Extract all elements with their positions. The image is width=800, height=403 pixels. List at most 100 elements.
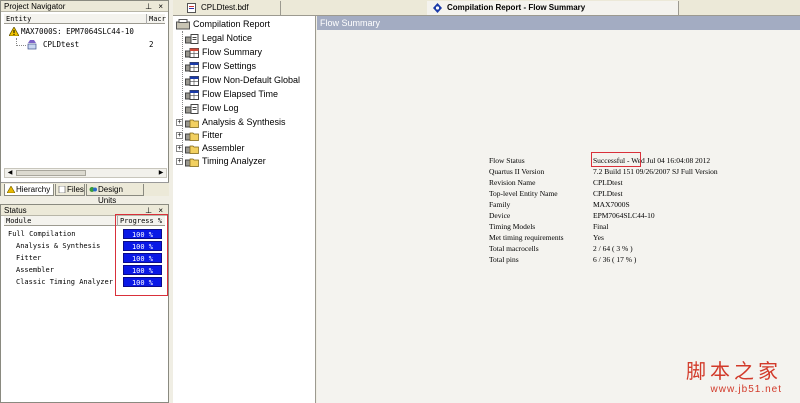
entity-label: CPLDtest [43,40,80,49]
tab-report-label: Compilation Report - Flow Summary [447,3,586,12]
summary-value: EPM7064SLC44-10 [593,211,655,220]
tree-item-flow-settings[interactable]: Flow Settings [173,60,313,73]
tree-root-label: Compilation Report [193,19,271,29]
status-module-label: Classic Timing Analyzer [16,278,113,286]
project-navigator-title: Project Navigator ⊥ × [1,1,168,12]
folder-icon [185,145,199,154]
summary-key: Total pins [489,255,519,264]
tree-row-device[interactable]: MAX7000S: EPM7064SLC44-10 [7,26,167,38]
summary-value: Final [593,222,609,231]
summary-key: Met timing requirements [489,233,564,242]
tab-files-label: Files [67,185,84,194]
horizontal-scrollbar[interactable]: ◀ ▶ [4,168,167,178]
tree-item-label: Flow Elapsed Time [202,89,279,99]
tree-item-label: Flow Summary [202,47,263,57]
tree-item-label: Flow Non-Default Global [202,75,301,85]
tab-hierarchy[interactable]: Hierarchy [4,184,54,196]
status-title-text: Status [4,206,27,215]
tree-folder-label: Timing Analyzer [202,156,266,166]
summary-key: Quartus II Version [489,167,545,176]
tree-folder-timing-analyzer[interactable]: + Timing Analyzer [173,155,313,168]
summary-row: Total macrocells 2 / 64 ( 3 % ) [489,244,789,254]
summary-key: Revision Name [489,178,536,187]
summary-value: 2 / 64 ( 3 % ) [593,244,633,253]
quartus-window: Project Navigator ⊥ × Entity Macr MAX700… [0,0,800,403]
flow-summary-panel: Flow Summary Flow Status Successful - We… [317,16,800,403]
summary-row: Revision Name CPLDtest [489,178,789,188]
project-navigator-title-text: Project Navigator [4,2,66,11]
summary-key: Timing Models [489,222,536,231]
pane-controls[interactable]: ⊥ × [145,1,165,12]
report-tree: Compilation Report Legal Notice Flow Sum… [173,16,316,403]
entity-icon [27,40,37,50]
tab-bdf-label: CPLDtest.bdf [201,3,249,12]
device-label: MAX7000S: EPM7064SLC44-10 [21,27,134,36]
success-highlight-box [591,152,641,167]
tab-design-units[interactable]: Design Units [86,184,144,205]
scroll-left-arrow[interactable]: ◀ [5,169,15,177]
summary-row: Met timing requirements Yes [489,233,789,243]
tree-root-compilation-report[interactable]: Compilation Report [173,18,313,31]
folder-icon [185,119,199,128]
col-macrocells[interactable]: Macr [147,14,166,24]
summary-value: Yes [593,233,604,242]
watermark-url: www.jb51.net [710,384,782,395]
expand-icon[interactable]: + [176,119,183,126]
table-icon [185,62,199,72]
tree-item-flow-non-default-global[interactable]: Flow Non-Default Global [173,74,316,87]
expand-icon[interactable]: + [176,145,183,152]
tree-row-entity[interactable]: CPLDtest 2 [25,39,167,51]
col-entity[interactable]: Entity [4,14,147,24]
tree-item-flow-elapsed-time[interactable]: Flow Elapsed Time [173,88,313,101]
tree-item-label: Flow Log [202,103,239,113]
report-book-icon [176,19,190,30]
expand-icon[interactable]: + [176,158,183,165]
summary-value: CPLDtest [593,178,623,187]
tab-hierarchy-label: Hierarchy [16,185,51,194]
status-pane: Status ⊥ × Module Progress % Full Compil… [0,204,169,403]
progress-highlight-box [115,214,168,296]
summary-value: 7.2 Build 151 09/26/2007 SJ Full Version [593,167,718,176]
tree-folder-label: Fitter [202,130,223,140]
tree-item-flow-summary[interactable]: Flow Summary [173,46,313,59]
summary-value: CPLDtest [593,189,623,198]
tree-folder-fitter[interactable]: + Fitter [173,129,313,142]
status-module-label: Full Compilation [8,230,76,238]
status-module-label: Assembler [16,266,54,274]
summary-row: Timing Models Final [489,222,789,232]
design-units-icon [89,187,97,192]
warning-icon [9,27,19,36]
summary-key: Top-level Entity Name [489,189,558,198]
table-icon [185,90,199,100]
col-module[interactable]: Module [4,216,118,226]
expand-icon[interactable]: + [176,132,183,139]
navigator-header: Entity Macr [4,14,166,24]
table-icon [185,76,199,86]
tab-files[interactable]: Files [55,184,85,196]
table-icon [185,48,199,58]
hierarchy-icon [7,186,15,193]
document-tab-strip: CPLDtest.bdf Compilation Report - Flow S… [173,0,800,16]
tree-folder-assembler[interactable]: + Assembler [173,142,313,155]
summary-value: MAX7000S [593,200,630,209]
tab-compilation-report[interactable]: Compilation Report - Flow Summary [427,1,679,15]
tree-folder-analysis-synthesis[interactable]: + Analysis & Synthesis [173,116,313,129]
summary-key: Flow Status [489,156,525,165]
bdf-file-icon [187,3,196,13]
doc-icon [185,34,199,44]
tree-item-label: Legal Notice [202,33,253,43]
summary-value: 6 / 36 ( 17 % ) [593,255,637,264]
summary-row: Device EPM7064SLC44-10 [489,211,789,221]
tab-bdf-file[interactable]: CPLDtest.bdf [181,1,281,15]
scroll-right-arrow[interactable]: ▶ [156,169,166,177]
tree-item-flow-log[interactable]: Flow Log [173,102,313,115]
project-navigator-pane: Project Navigator ⊥ × Entity Macr MAX700… [0,0,169,205]
summary-row: Quartus II Version 7.2 Build 151 09/26/2… [489,167,789,177]
entity-macrocells: 2 [149,40,154,49]
summary-row: Family MAX7000S [489,200,789,210]
status-module-label: Fitter [16,254,42,262]
tree-item-legal-notice[interactable]: Legal Notice [173,32,313,45]
scroll-thumb[interactable] [16,170,86,176]
summary-key: Device [489,211,511,220]
watermark: 脚本之家 www.jb51.net [686,355,782,395]
